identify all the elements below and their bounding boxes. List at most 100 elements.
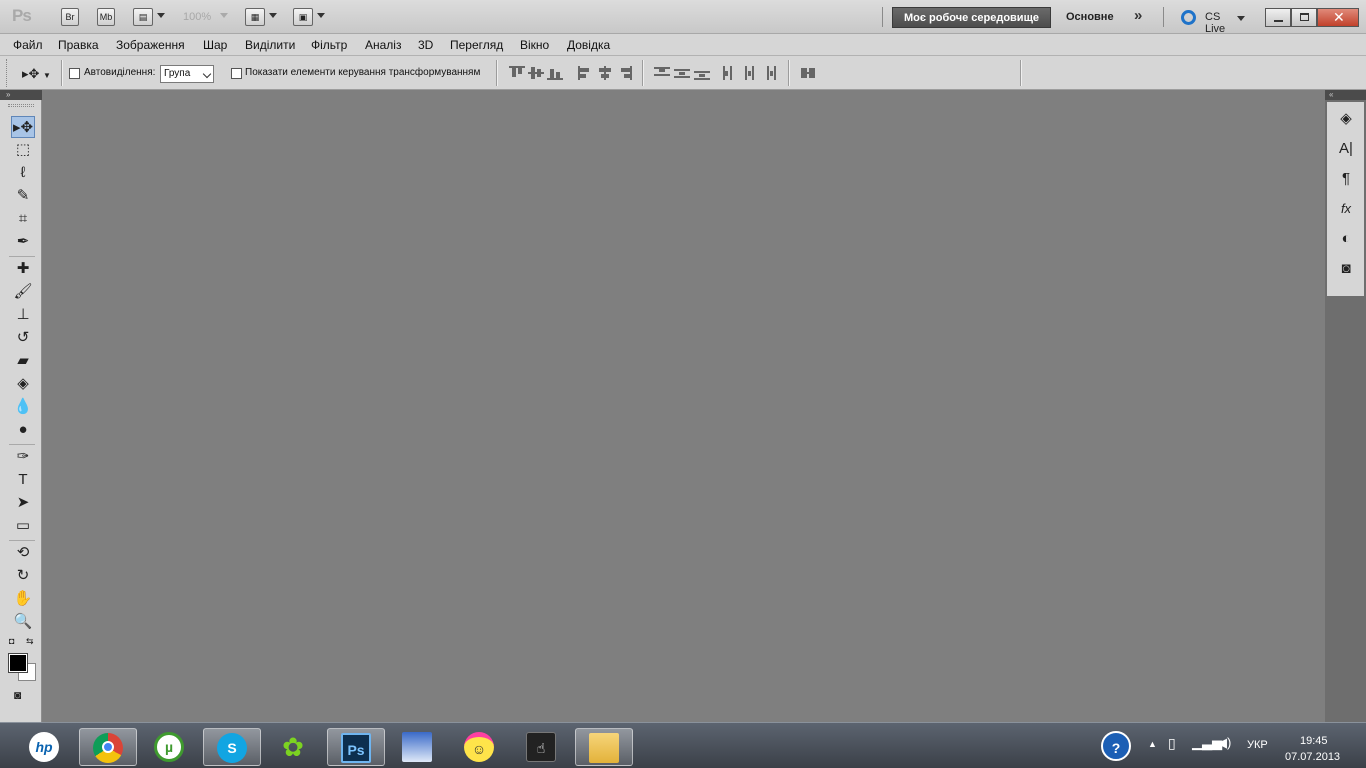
launch-mini-bridge-button[interactable]: Mb <box>97 8 115 26</box>
paragraph-panel-icon[interactable]: ¶ <box>1334 168 1358 190</box>
taskbar-app-file-explorer[interactable] <box>575 728 633 766</box>
arrange-documents-dropdown-arrow[interactable] <box>269 13 277 18</box>
show-hidden-icons-chevron-icon[interactable]: ▲ <box>1148 739 1157 768</box>
menu-file[interactable]: Файл <box>13 38 43 52</box>
minimize-icon <box>1274 20 1283 22</box>
pen-tool-icon[interactable]: ✑ <box>11 446 35 468</box>
adjustments-panel-icon[interactable]: ◐ <box>1334 228 1358 250</box>
taskbar-app-utorrent[interactable]: µ <box>141 728 199 766</box>
clone-stamp-tool-icon[interactable]: ⊥ <box>11 304 35 326</box>
launch-bridge-button[interactable]: Br <box>61 8 79 26</box>
touch-app-icon: ☝ <box>526 732 556 762</box>
eyedropper-tool-icon[interactable]: ✒ <box>11 231 35 253</box>
rectangle-tool-icon[interactable]: ▭ <box>11 515 35 537</box>
more-workspaces-button[interactable]: » <box>1134 7 1143 24</box>
blur-tool-icon[interactable]: 💧 <box>11 396 35 418</box>
history-brush-tool-icon[interactable]: ↺ <box>11 327 35 349</box>
align-right-edges-icon[interactable] <box>616 66 632 80</box>
menu-select[interactable]: Виділити <box>245 38 295 52</box>
taskbar-app-photoshop[interactable]: Ps <box>327 728 385 766</box>
align-left-edges-icon[interactable] <box>578 66 594 80</box>
brush-tool-icon[interactable]: 🖌 <box>11 281 35 303</box>
taskbar-app-icq[interactable]: ✿ <box>265 728 323 766</box>
type-tool-icon[interactable]: T <box>11 469 35 491</box>
expand-panels-toggle[interactable]: « <box>1325 90 1366 100</box>
quick-mask-icon[interactable]: ◙ <box>14 688 21 702</box>
menu-image[interactable]: Зображення <box>116 38 185 52</box>
clock-date[interactable]: 07.07.2013 <box>1285 751 1340 763</box>
taskbar-app-touch[interactable]: ☝ <box>513 728 571 766</box>
align-top-edges-icon[interactable] <box>509 66 525 80</box>
masks-panel-icon[interactable]: ◙ <box>1334 258 1358 280</box>
menu-edit[interactable]: Правка <box>58 38 99 52</box>
options-bar-grip[interactable] <box>6 59 9 87</box>
menu-filter[interactable]: Фільтр <box>311 38 347 52</box>
distribute-right-edges-icon[interactable] <box>762 66 778 80</box>
minimize-button[interactable] <box>1265 8 1291 27</box>
show-transform-controls-checkbox[interactable] <box>231 68 242 79</box>
dodge-tool-icon[interactable]: ● <box>11 419 35 441</box>
auto-align-layers-icon[interactable] <box>800 66 816 80</box>
view-extras-dropdown-arrow[interactable] <box>157 13 165 18</box>
collapse-panel-toggle[interactable]: » <box>0 90 42 100</box>
menu-3d[interactable]: 3D <box>418 38 433 52</box>
3d-rotate-tool-icon[interactable]: ⟲ <box>11 542 35 564</box>
quick-selection-tool-icon[interactable]: ✎ <box>11 185 35 207</box>
chevron-down-icon: ▼ <box>43 71 51 80</box>
arrange-documents-button[interactable]: ▦ <box>245 8 265 26</box>
screen-mode-button[interactable]: ▣ <box>293 8 313 26</box>
3d-orbit-tool-icon[interactable]: ↻ <box>11 565 35 587</box>
paint-bucket-tool-icon[interactable]: ◈ <box>11 373 35 395</box>
eraser-tool-icon[interactable]: ▰ <box>11 350 35 372</box>
healing-brush-tool-icon[interactable]: ✚ <box>11 258 35 280</box>
crop-tool-icon[interactable]: ⌗ <box>11 208 35 230</box>
align-horizontal-centers-icon[interactable] <box>597 66 613 80</box>
tool-preset-picker[interactable]: ▸✥ ▼ <box>22 66 51 82</box>
clock-time[interactable]: 19:45 <box>1300 735 1328 747</box>
cs-live-button[interactable]: CS Live <box>1181 9 1245 35</box>
swap-colors-icon[interactable]: ⇆ <box>26 636 34 647</box>
screen-mode-dropdown-arrow[interactable] <box>317 13 325 18</box>
layers-panel-icon[interactable]: ◈ <box>1334 108 1358 130</box>
distribute-vertical-centers-icon[interactable] <box>674 66 690 80</box>
panel-grip[interactable] <box>8 104 34 107</box>
foreground-color-swatch[interactable] <box>8 653 28 673</box>
workspace-basic-button[interactable]: Основне <box>1066 11 1114 23</box>
menu-layer[interactable]: Шар <box>203 38 227 52</box>
distribute-bottom-edges-icon[interactable] <box>694 66 710 80</box>
restore-button[interactable] <box>1291 8 1317 27</box>
align-vertical-centers-icon[interactable] <box>528 66 544 80</box>
distribute-left-edges-icon[interactable] <box>722 66 738 80</box>
document-workspace[interactable] <box>43 90 1325 722</box>
path-selection-tool-icon[interactable]: ➤ <box>11 492 35 514</box>
default-colors-icon[interactable]: ◘ <box>9 636 14 646</box>
hand-tool-icon[interactable]: ✋ <box>11 588 35 610</box>
workspace-my-workspace-button[interactable]: Моє робоче середовище <box>892 7 1051 28</box>
taskbar-app-smiley[interactable]: ☺ <box>451 728 509 766</box>
styles-panel-icon[interactable]: fx <box>1334 198 1358 220</box>
align-bottom-edges-icon[interactable] <box>547 66 563 80</box>
auto-select-checkbox[interactable] <box>69 68 80 79</box>
distribute-top-edges-icon[interactable] <box>654 66 670 80</box>
start-button[interactable]: hp <box>16 728 74 766</box>
taskbar-app-photo-editor[interactable] <box>389 728 447 766</box>
language-indicator[interactable]: УКР <box>1247 739 1268 768</box>
menu-view[interactable]: Перегляд <box>450 38 503 52</box>
battery-icon[interactable]: ▯ <box>1168 735 1176 768</box>
help-icon[interactable]: ? <box>1101 731 1131 761</box>
menu-analysis[interactable]: Аналіз <box>365 38 401 52</box>
marquee-tool-icon[interactable]: ⬚ <box>11 139 35 161</box>
lasso-tool-icon[interactable]: ℓ <box>11 162 35 184</box>
taskbar-app-skype[interactable]: S <box>203 728 261 766</box>
character-panel-icon[interactable]: A| <box>1334 138 1358 160</box>
menu-help[interactable]: Довідка <box>567 38 610 52</box>
menu-window[interactable]: Вікно <box>520 38 549 52</box>
auto-select-dropdown[interactable]: Група <box>160 65 214 83</box>
zoom-tool-icon[interactable]: 🔍 <box>11 611 35 633</box>
taskbar-app-chrome[interactable] <box>79 728 137 766</box>
move-tool-icon[interactable]: ▸✥ <box>11 116 35 138</box>
close-button[interactable]: ✕ <box>1317 8 1359 27</box>
view-extras-button[interactable]: ▤ <box>133 8 153 26</box>
volume-icon[interactable]: ◀) <box>1217 735 1231 768</box>
distribute-horizontal-centers-icon[interactable] <box>742 66 758 80</box>
